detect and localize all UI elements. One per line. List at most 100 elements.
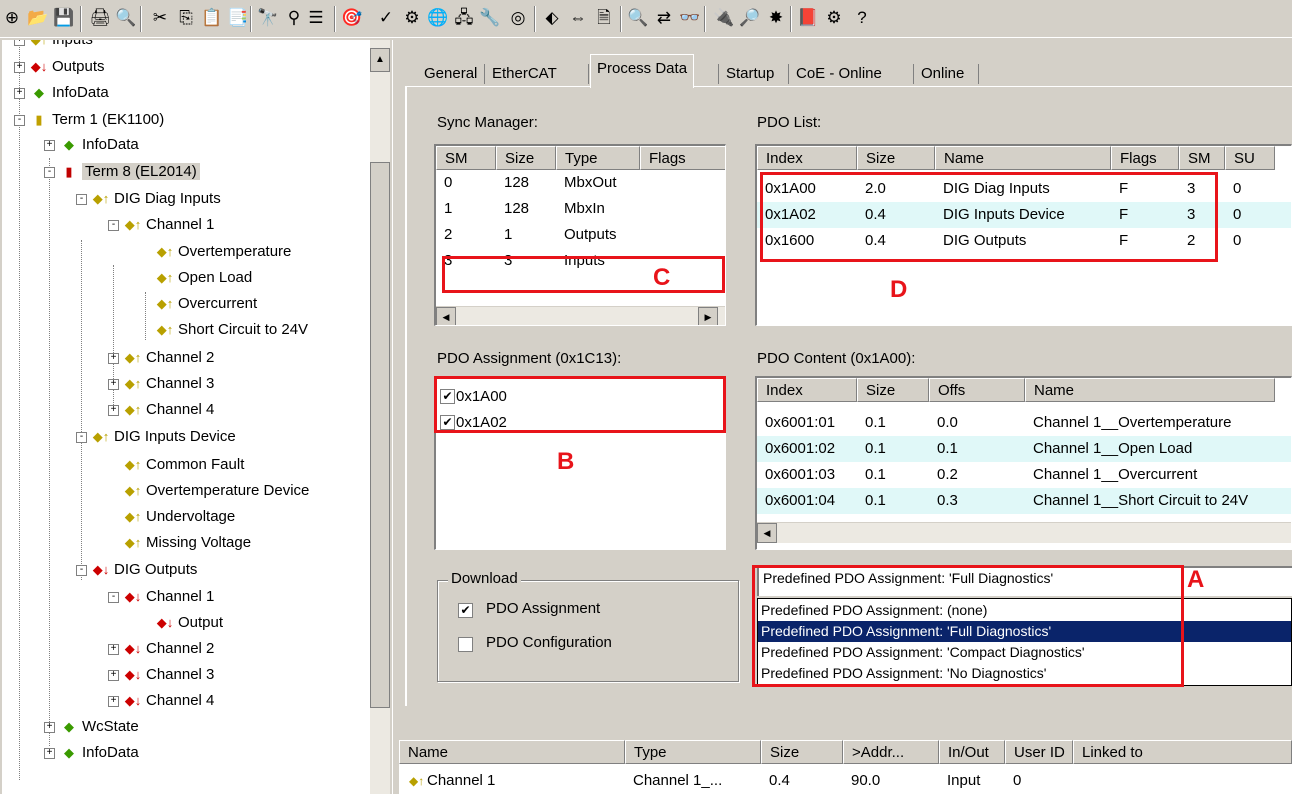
gear-icon[interactable]: ⚙ xyxy=(822,6,846,30)
online-icon[interactable]: 🔌 xyxy=(712,6,736,30)
expand-icon[interactable]: + xyxy=(108,696,119,707)
tree-node[interactable]: ◆↑ DIG Inputs Device xyxy=(92,425,236,449)
tree-node[interactable]: ◆↑ Open Load xyxy=(156,266,252,290)
scroll-right-icon[interactable]: ▶ xyxy=(698,307,718,325)
collapse-icon[interactable]: - xyxy=(14,115,25,126)
pdo_content-header[interactable]: Offs xyxy=(929,378,1025,402)
collapse-icon[interactable]: - xyxy=(44,167,55,178)
sm-hscrollbar[interactable]: ◀ ▶ xyxy=(436,306,725,325)
network-icon[interactable]: 🖧 xyxy=(452,6,476,30)
tab-startup[interactable]: Startup xyxy=(720,60,780,87)
pdo_list-header[interactable]: Flags xyxy=(1111,146,1179,170)
pdo_list-header[interactable]: Index xyxy=(757,146,857,170)
tree-node[interactable]: ▮ Term 8 (EL2014) xyxy=(60,160,200,184)
tools-icon[interactable]: ⬖ xyxy=(540,6,564,30)
sync_manager-header[interactable]: Flags xyxy=(640,146,725,170)
solution-tree[interactable]: +◆↑Inputs+◆↓Outputs+◆InfoData-▮Term 1 (E… xyxy=(2,40,370,794)
variables-header[interactable]: >Addr... xyxy=(843,740,939,764)
pdo_list-header[interactable]: SU xyxy=(1225,146,1275,170)
open-icon[interactable]: 📂 xyxy=(26,6,50,30)
collapse-icon[interactable]: - xyxy=(108,592,119,603)
tree-node[interactable]: ◆↓ Channel 2 xyxy=(124,637,215,661)
tab-ethercat[interactable]: EtherCAT xyxy=(486,60,563,87)
scroll-left-icon[interactable]: ◀ xyxy=(757,523,777,543)
toggle-icon[interactable]: 👓 xyxy=(678,6,702,30)
tree-node[interactable]: ◆↓ Output xyxy=(156,611,223,635)
tab-process-data[interactable]: Process Data xyxy=(590,54,695,88)
paste-icon[interactable]: 📋 xyxy=(200,6,224,30)
collapse-icon[interactable]: - xyxy=(76,565,87,576)
tree-node[interactable]: ◆ InfoData xyxy=(60,741,139,765)
expand-icon[interactable]: + xyxy=(44,748,55,759)
tree-node[interactable]: ◆ InfoData xyxy=(30,81,109,105)
pdo_list-header[interactable]: SM xyxy=(1179,146,1225,170)
tree-node[interactable]: ◆↓ DIG Outputs xyxy=(92,558,198,582)
tree-node[interactable]: ▮ Term 1 (EK1100) xyxy=(30,108,164,132)
devices-icon[interactable]: ◎ xyxy=(506,6,530,30)
variables-list[interactable]: Name Type Size >Addr... In/Out User ID Linked … xyxy=(399,740,1292,794)
print-preview-icon[interactable]: 🔍 xyxy=(114,6,138,30)
tree-node[interactable]: ◆↑ Channel 1 xyxy=(124,213,215,237)
content-hscrollbar[interactable]: ◀ xyxy=(757,522,1291,543)
download-option-label[interactable]: PDO Assignment xyxy=(486,600,600,617)
tab-general[interactable]: General xyxy=(418,60,483,87)
tree-node[interactable]: ◆↑ Channel 3 xyxy=(124,372,215,396)
pdo_list-header[interactable]: Name xyxy=(935,146,1111,170)
tree-node[interactable]: ◆↑ Channel 4 xyxy=(124,398,215,422)
tree-node[interactable]: ◆↑ Common Fault xyxy=(124,453,245,477)
tree-node[interactable]: ◆↑ Undervoltage xyxy=(124,505,235,529)
tab-online[interactable]: Online xyxy=(915,60,970,87)
tree-node[interactable]: ◆↑ Overcurrent xyxy=(156,292,257,316)
expand-icon[interactable]: + xyxy=(108,644,119,655)
settings-icon[interactable]: 🗎 xyxy=(592,6,616,30)
scan-online-icon[interactable]: 🔎 xyxy=(738,6,762,30)
tree-node[interactable]: ◆↓ Channel 1 xyxy=(124,585,215,609)
collapse-icon[interactable]: - xyxy=(76,432,87,443)
download-option-checkbox[interactable] xyxy=(458,637,473,652)
tree-node[interactable]: ◆↑ DIG Diag Inputs xyxy=(92,187,221,211)
variables-header[interactable]: Name xyxy=(399,740,625,764)
tree-node[interactable]: ◆ InfoData xyxy=(60,133,139,157)
scroll-up-icon[interactable]: ▲ xyxy=(370,48,390,72)
expand-icon[interactable]: + xyxy=(108,670,119,681)
collapse-icon[interactable]: - xyxy=(76,194,87,205)
sync_manager-header[interactable]: Type xyxy=(556,146,640,170)
target-icon[interactable]: 🎯 xyxy=(340,6,364,30)
find-icon[interactable]: 🔭 xyxy=(256,6,280,30)
pdo_list-header[interactable]: Size xyxy=(857,146,935,170)
edit-icon[interactable]: ☰ xyxy=(304,6,328,30)
tree-node[interactable]: ◆↑ Overtemperature Device xyxy=(124,479,310,503)
new-icon[interactable]: ⊕ xyxy=(0,6,24,30)
tree-node[interactable]: ◆↑ Short Circuit to 24V xyxy=(156,318,308,342)
tree-node[interactable]: ◆ WcState xyxy=(60,715,139,739)
expand-icon[interactable]: + xyxy=(108,353,119,364)
expand-icon[interactable]: + xyxy=(108,379,119,390)
paste-with-links-icon[interactable]: 📑 xyxy=(226,6,250,30)
expand-icon[interactable]: + xyxy=(108,405,119,416)
sync_manager-header[interactable]: SM xyxy=(436,146,496,170)
variables-header[interactable]: In/Out xyxy=(939,740,1005,764)
pdo_content-header[interactable]: Name xyxy=(1025,378,1275,402)
tab-coe-online[interactable]: CoE - Online xyxy=(790,60,888,87)
expand-icon[interactable]: + xyxy=(14,88,25,99)
tree-node[interactable]: ◆↓ Outputs xyxy=(30,55,105,79)
variables-header[interactable]: Type xyxy=(625,740,761,764)
save-icon[interactable]: 💾 xyxy=(52,6,76,30)
tree-node[interactable]: ◆↓ Channel 3 xyxy=(124,663,215,687)
zoom-icon[interactable]: ⇄ xyxy=(652,6,676,30)
download-option-checkbox[interactable]: ✔ xyxy=(458,603,473,618)
print-icon[interactable]: 🖨 xyxy=(88,6,112,30)
build-icon[interactable]: 🌐 xyxy=(426,6,450,30)
tree-scrollbar[interactable]: ▲ xyxy=(370,40,390,794)
expand-icon[interactable]: + xyxy=(14,40,25,46)
expand-icon[interactable]: + xyxy=(44,140,55,151)
variables-header[interactable]: Linked to xyxy=(1073,740,1292,764)
splitter[interactable] xyxy=(392,40,401,794)
expand-icon[interactable]: + xyxy=(14,62,25,73)
tree-node[interactable]: ◆↑ Inputs xyxy=(30,40,93,52)
pdo_content-header[interactable]: Size xyxy=(857,378,929,402)
tree-node[interactable]: ◆↓ Channel 4 xyxy=(124,689,215,713)
sync-manager-list[interactable]: SM Size Type Flags 0 128 MbxOut 1 128 MbxIn 2 1 Outp… xyxy=(434,144,726,326)
copy-icon[interactable]: ⎘ xyxy=(174,6,198,30)
check-icon[interactable]: ⚙ xyxy=(400,6,424,30)
